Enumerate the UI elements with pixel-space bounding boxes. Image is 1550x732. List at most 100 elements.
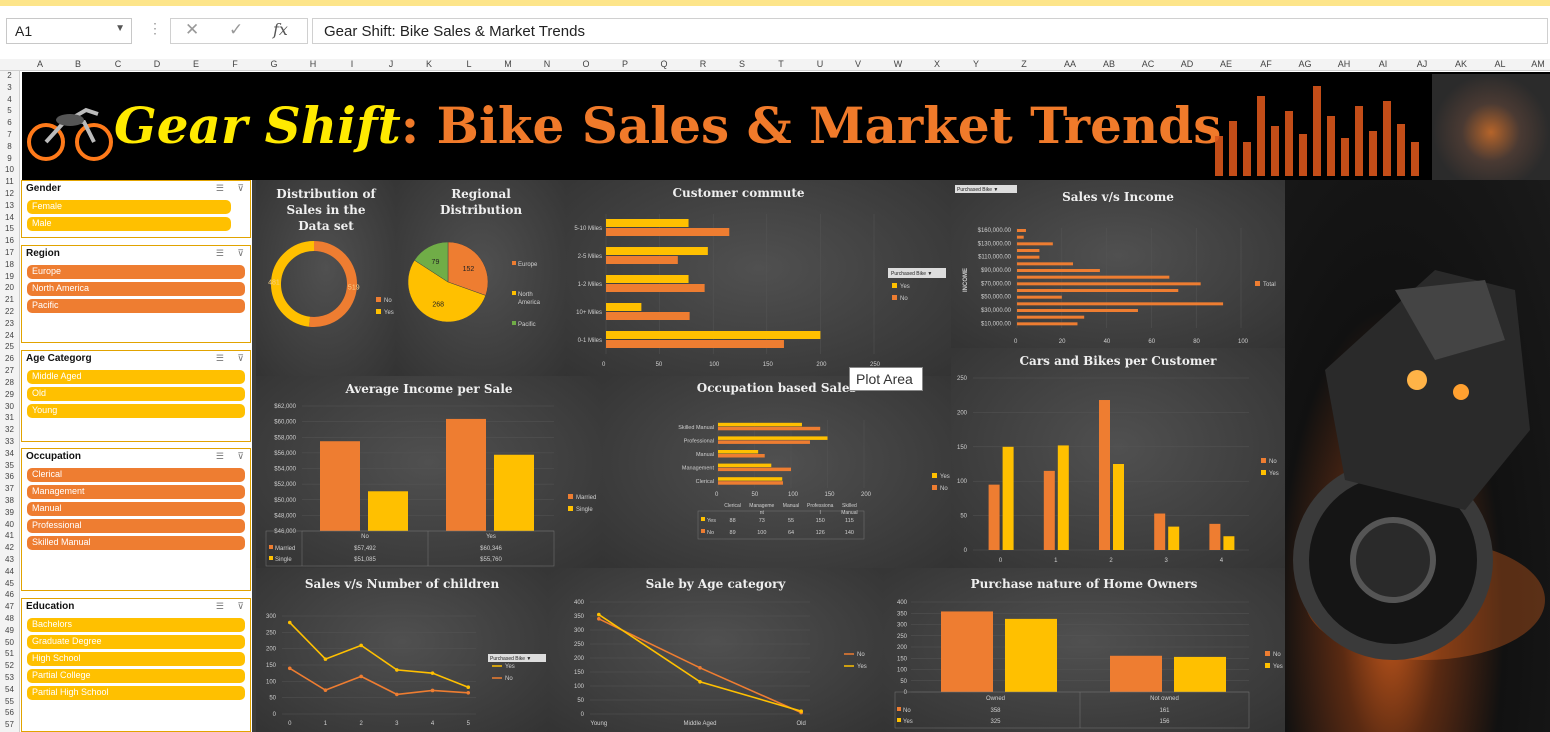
row-header[interactable]: 13 xyxy=(0,201,19,210)
column-header[interactable]: P xyxy=(610,59,640,69)
chart-children[interactable]: Sales v/s Number of children 300 250 200 15… xyxy=(256,568,548,732)
formula-input[interactable]: Gear Shift: Bike Sales & Market Trends xyxy=(312,18,1548,44)
multi-select-icon[interactable]: ☰ xyxy=(216,248,224,259)
slicer-item[interactable]: Old xyxy=(27,387,245,401)
column-header[interactable]: N xyxy=(532,59,562,69)
column-header[interactable]: AK xyxy=(1446,59,1476,69)
slicer-item[interactable]: Male xyxy=(27,217,231,231)
donut-chart[interactable]: 519 481 No Yes xyxy=(256,226,396,376)
column-header[interactable]: C xyxy=(103,59,133,69)
pie-chart[interactable]: 152 268 79 Europe North America Pacific xyxy=(396,226,566,376)
column-chart[interactable]: 250 200 150 100 50 0 0 1 2 3 4 No Yes xyxy=(951,368,1285,568)
row-header[interactable]: 56 xyxy=(0,708,19,717)
row-header[interactable]: 30 xyxy=(0,402,19,411)
column-header[interactable]: F xyxy=(220,59,250,69)
slicer-item[interactable]: North America xyxy=(27,282,245,296)
column-header[interactable]: AJ xyxy=(1407,59,1437,69)
row-header[interactable]: 37 xyxy=(0,484,19,493)
clear-filter-icon[interactable]: ⊽ xyxy=(237,248,244,259)
slicer-item[interactable]: Bachelors xyxy=(27,618,245,632)
chart-income[interactable]: Sales v/s Income 0 20 40 60 80 100 $160,000.00… xyxy=(951,180,1285,348)
row-header[interactable]: 14 xyxy=(0,213,19,222)
row-header[interactable]: 33 xyxy=(0,437,19,446)
clear-filter-icon[interactable]: ⊽ xyxy=(237,183,244,194)
chart-regional[interactable]: Regional Distribution 152 268 79 Europe Nort… xyxy=(396,180,566,376)
row-header[interactable]: 4 xyxy=(0,95,19,104)
column-header[interactable]: AI xyxy=(1368,59,1398,69)
line-chart[interactable]: 300 250 200 150 100 50 0 0 1 2 3 4 5 Purchased Bike ▼… xyxy=(256,592,548,732)
row-header[interactable]: 47 xyxy=(0,602,19,611)
slicer-item[interactable]: Graduate Degree xyxy=(27,635,245,649)
row-header[interactable]: 29 xyxy=(0,390,19,399)
row-header[interactable]: 8 xyxy=(0,142,19,151)
row-header[interactable]: 19 xyxy=(0,272,19,281)
column-header[interactable]: AH xyxy=(1329,59,1359,69)
multi-select-icon[interactable]: ☰ xyxy=(216,601,224,612)
row-header[interactable]: 46 xyxy=(0,590,19,599)
row-header[interactable]: 52 xyxy=(0,661,19,670)
slicer-item[interactable]: Europe xyxy=(27,265,245,279)
column-header[interactable]: S xyxy=(727,59,757,69)
column-header[interactable]: O xyxy=(571,59,601,69)
column-header[interactable]: H xyxy=(298,59,328,69)
slicer-item[interactable]: Partial College xyxy=(27,669,245,683)
column-header[interactable]: I xyxy=(337,59,367,69)
row-header[interactable]: 38 xyxy=(0,496,19,505)
row-header[interactable]: 23 xyxy=(0,319,19,328)
row-header[interactable]: 32 xyxy=(0,425,19,434)
column-header[interactable]: R xyxy=(688,59,718,69)
column-header[interactable]: AC xyxy=(1133,59,1163,69)
row-header[interactable]: 31 xyxy=(0,413,19,422)
bar-chart[interactable]: 0 20 40 60 80 100 $160,000.00 $130,000.00 $110,0… xyxy=(951,180,1285,348)
chart-donut[interactable]: Distribution of Sales in the Data set 51… xyxy=(256,180,396,376)
slicer-item[interactable]: Skilled Manual xyxy=(27,536,245,550)
row-header[interactable]: 24 xyxy=(0,331,19,340)
slicer-item[interactable]: Partial High School xyxy=(27,686,245,700)
chart-commute[interactable]: Customer commute 0 50 100 150 200 250 5-10 Mil… xyxy=(566,180,951,376)
column-header[interactable]: AD xyxy=(1172,59,1202,69)
column-header[interactable]: T xyxy=(766,59,796,69)
column-header[interactable]: J xyxy=(376,59,406,69)
row-header[interactable]: 7 xyxy=(0,130,19,139)
row-header[interactable]: 11 xyxy=(0,177,19,186)
row-header[interactable]: 26 xyxy=(0,354,19,363)
row-header[interactable]: 40 xyxy=(0,520,19,529)
row-header[interactable]: 54 xyxy=(0,685,19,694)
bar-chart[interactable]: 0 50 100 150 200 Clerical Management Manual Prof… xyxy=(602,396,951,568)
column-header[interactable]: B xyxy=(63,59,93,69)
column-header[interactable]: Z xyxy=(1009,59,1039,69)
chart-home[interactable]: Purchase nature of Home Owners 400 350 300… xyxy=(883,568,1285,732)
row-header[interactable]: 44 xyxy=(0,567,19,576)
column-header[interactable]: AL xyxy=(1485,59,1515,69)
row-header[interactable]: 22 xyxy=(0,307,19,316)
row-header[interactable]: 50 xyxy=(0,638,19,647)
chevron-down-icon[interactable]: ▼ xyxy=(115,23,125,34)
cancel-icon[interactable]: ✕ xyxy=(185,20,199,40)
multi-select-icon[interactable]: ☰ xyxy=(216,353,224,364)
column-header[interactable]: A xyxy=(25,59,55,69)
column-header[interactable]: AF xyxy=(1251,59,1281,69)
row-header[interactable]: 55 xyxy=(0,697,19,706)
clear-filter-icon[interactable]: ⊽ xyxy=(237,601,244,612)
row-header[interactable]: 57 xyxy=(0,720,19,729)
row-header[interactable]: 25 xyxy=(0,342,19,351)
column-header[interactable]: W xyxy=(883,59,913,69)
column-chart[interactable]: 400 350 300 250 200 150 100 50 0 Owned Not owned No… xyxy=(883,592,1285,732)
row-header[interactable]: 10 xyxy=(0,165,19,174)
column-header[interactable]: AA xyxy=(1055,59,1085,69)
slicer-item[interactable]: High School xyxy=(27,652,245,666)
chart-avg-income[interactable]: Average Income per Sale $62,000 $60,000 $5… xyxy=(256,376,602,568)
row-header[interactable]: 43 xyxy=(0,555,19,564)
row-header[interactable]: 3 xyxy=(0,83,19,92)
row-header[interactable]: 41 xyxy=(0,531,19,540)
row-header[interactable]: 9 xyxy=(0,154,19,163)
column-header[interactable]: K xyxy=(414,59,444,69)
column-header[interactable]: E xyxy=(181,59,211,69)
column-header[interactable]: Q xyxy=(649,59,679,69)
column-header[interactable]: Y xyxy=(961,59,991,69)
chart-cars[interactable]: Cars and Bikes per Customer 250 200 150 100… xyxy=(951,348,1285,568)
row-header[interactable]: 18 xyxy=(0,260,19,269)
insert-function-icon[interactable]: fx xyxy=(273,20,288,39)
column-header[interactable]: AG xyxy=(1290,59,1320,69)
column-header[interactable]: AE xyxy=(1211,59,1241,69)
